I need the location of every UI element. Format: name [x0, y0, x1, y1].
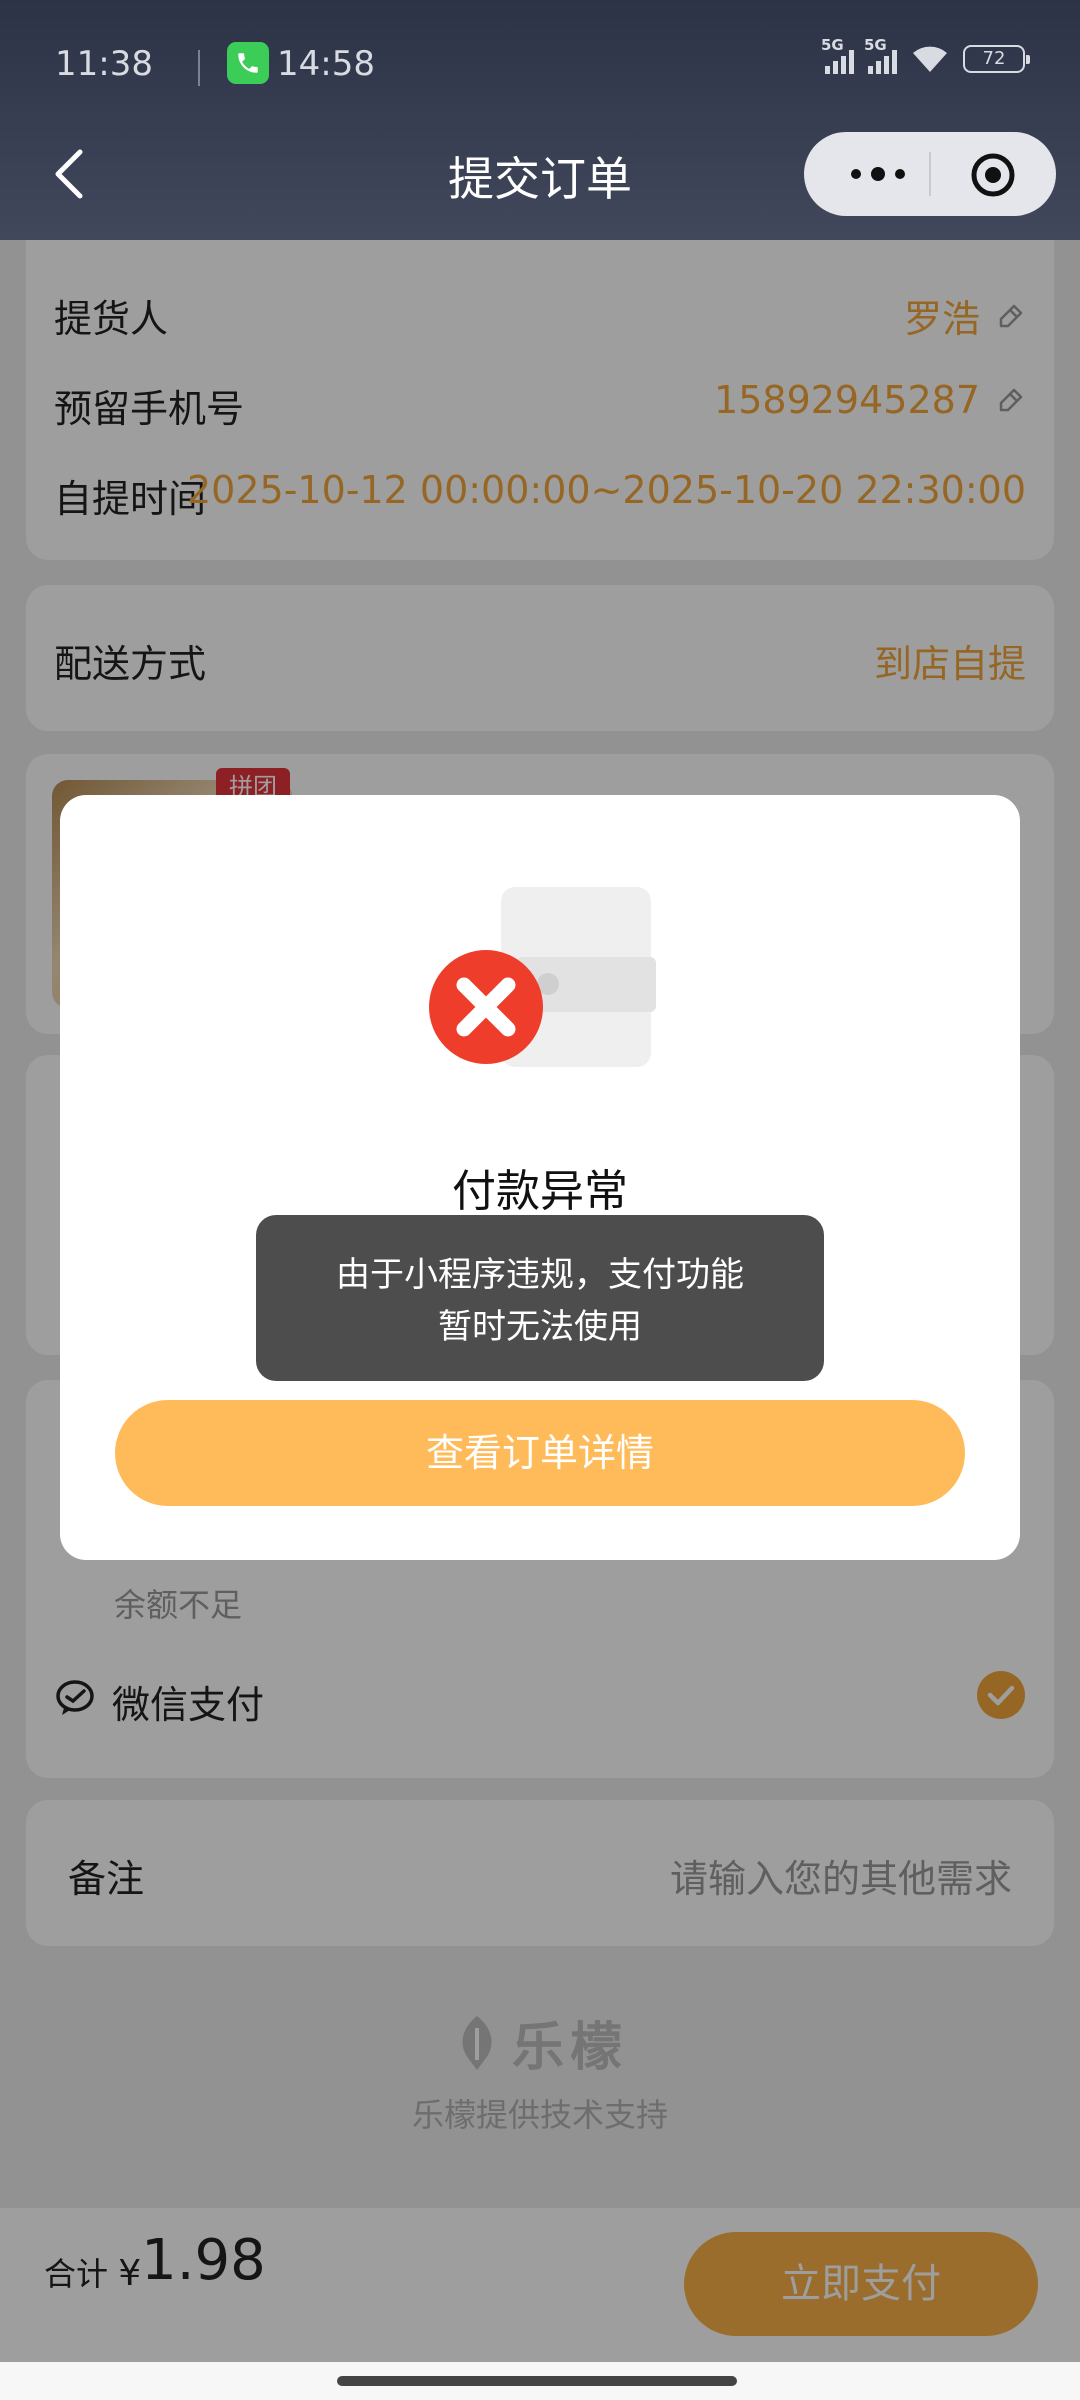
signal-icon: 5G	[864, 36, 897, 74]
payment-error-illustration	[429, 887, 656, 1067]
status-separator	[198, 50, 200, 86]
battery-icon: 72	[963, 45, 1030, 73]
call-duration: 14:58	[277, 44, 375, 84]
nav-header: 11:38 14:58 5G 5G 72 提交订单	[0, 0, 1080, 240]
wifi-icon	[913, 46, 947, 72]
signal-icon: 5G	[821, 36, 854, 74]
error-toast: 由于小程序违规，支付功能 暂时无法使用	[256, 1215, 824, 1381]
status-bar: 11:38 14:58 5G 5G 72	[55, 36, 1030, 92]
home-indicator[interactable]	[0, 2362, 1080, 2400]
status-icons: 5G 5G 72	[821, 36, 1030, 74]
view-order-details-button[interactable]: 查看订单详情	[115, 1400, 965, 1506]
status-time: 11:38	[55, 44, 153, 84]
more-icon[interactable]	[838, 158, 918, 190]
phone-call-icon[interactable]	[227, 42, 269, 84]
payment-error-dialog: 付款异常 查看订单详情	[60, 795, 1020, 1560]
close-miniprogram-icon[interactable]	[970, 152, 1016, 198]
toast-line-2: 暂时无法使用	[438, 1307, 642, 1347]
capsule-divider	[929, 152, 931, 196]
dialog-title: 付款异常	[452, 1166, 628, 1217]
miniprogram-capsule	[804, 132, 1056, 216]
toast-line-1: 由于小程序违规，支付功能	[336, 1255, 744, 1295]
